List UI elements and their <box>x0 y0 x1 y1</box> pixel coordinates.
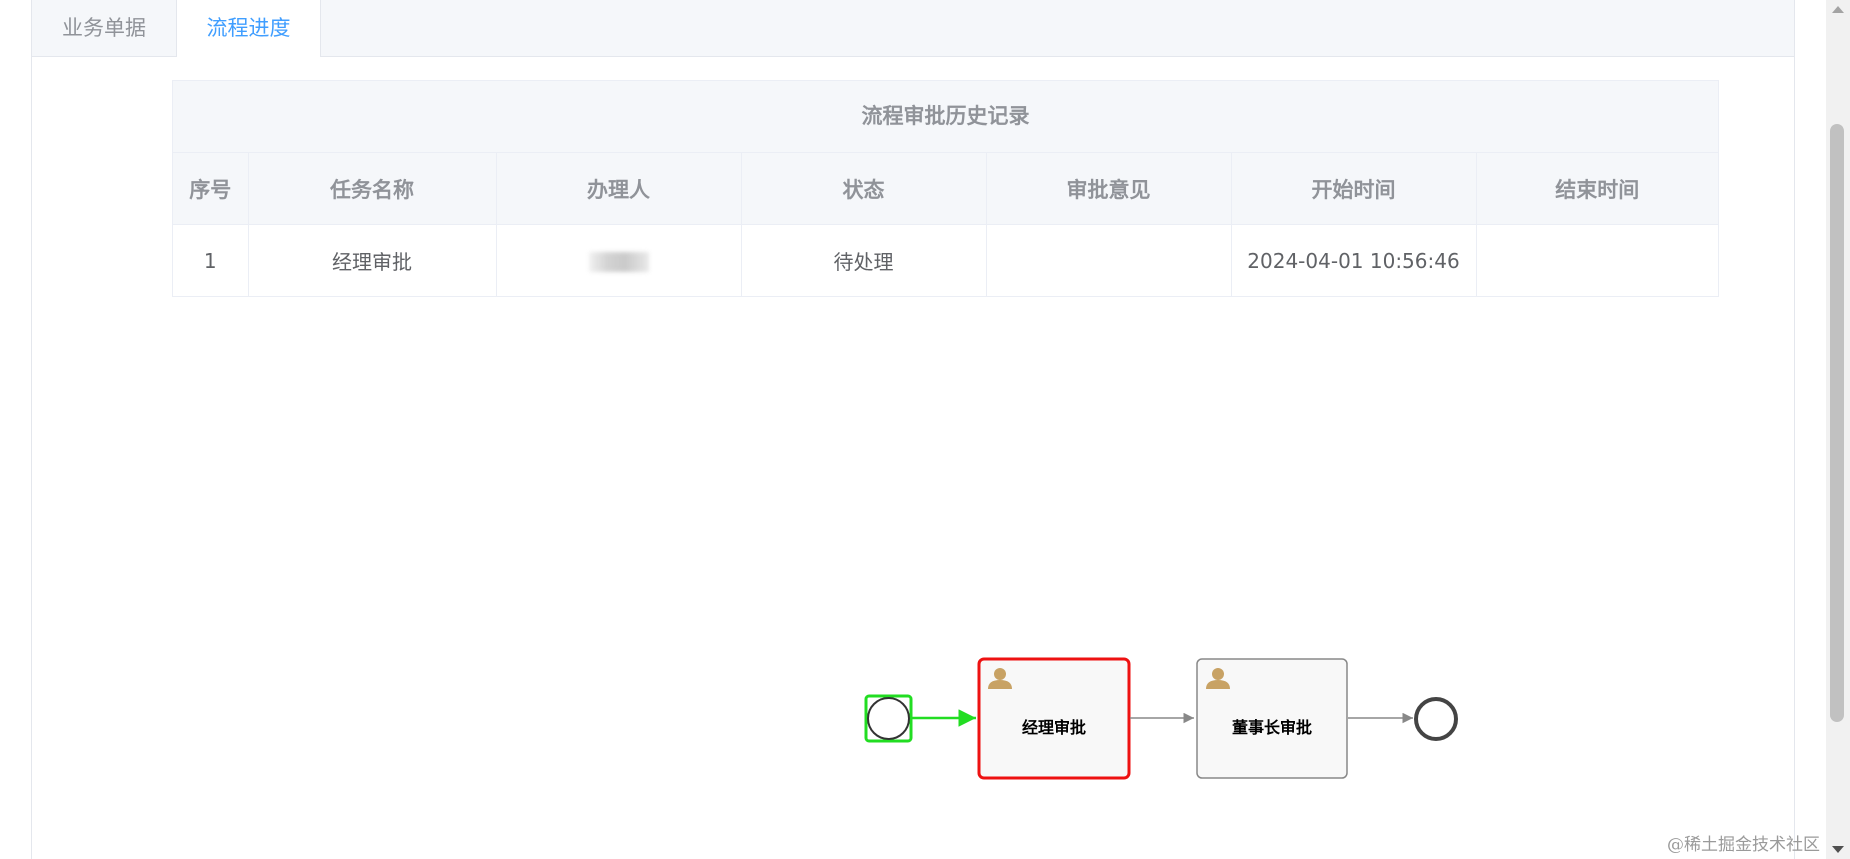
column-header-task-name: 任务名称 <box>248 153 497 225</box>
tab-business-document[interactable]: 业务单据 <box>32 0 176 56</box>
task-chairman-approval[interactable]: 董事长审批 <box>1196 658 1348 779</box>
scroll-down-arrow-icon[interactable] <box>1832 846 1844 853</box>
column-header-assignee: 办理人 <box>496 153 742 225</box>
table-title: 流程审批历史记录 <box>173 81 1718 153</box>
column-header-index: 序号 <box>173 153 249 225</box>
tabs-card: 业务单据 流程进度 流程审批历史记录 序号 任务名称 办理人 状态 审批意见 开… <box>31 0 1795 859</box>
cell-comment <box>986 224 1232 296</box>
column-header-status: 状态 <box>741 153 987 225</box>
scroll-up-arrow-icon[interactable] <box>1832 6 1844 13</box>
vertical-scrollbar[interactable] <box>1826 0 1850 859</box>
column-header-end-time: 结束时间 <box>1476 153 1718 225</box>
scrollbar-thumb[interactable] <box>1830 124 1844 722</box>
column-header-start-time: 开始时间 <box>1231 153 1477 225</box>
tab-process-progress[interactable]: 流程进度 <box>176 0 321 57</box>
table-row: 1 经理审批 待处理 2024-04-01 10:56:46 <box>173 224 1718 297</box>
page: 业务单据 流程进度 流程审批历史记录 序号 任务名称 办理人 状态 审批意见 开… <box>0 0 1850 859</box>
redacted-assignee <box>588 252 649 272</box>
header-row: 序号 任务名称 办理人 状态 审批意见 开始时间 结束时间 <box>173 153 1718 225</box>
cell-index: 1 <box>173 224 249 296</box>
cell-status: 待处理 <box>741 224 987 296</box>
watermark: @稀土掘金技术社区 <box>1667 835 1820 855</box>
cell-start-time: 2024-04-01 10:56:46 <box>1231 224 1477 296</box>
end-event[interactable] <box>1414 697 1458 741</box>
history-grid: 序号 任务名称 办理人 状态 审批意见 开始时间 结束时间 1 经理审批 待处理… <box>173 153 1718 296</box>
approval-history-table: 流程审批历史记录 序号 任务名称 办理人 状态 审批意见 开始时间 结束时间 1… <box>172 80 1719 297</box>
task-label: 经理审批 <box>1022 718 1086 737</box>
column-header-comment: 审批意见 <box>986 153 1232 225</box>
task-label: 董事长审批 <box>1232 718 1312 737</box>
cell-assignee <box>496 224 742 296</box>
tab-bar: 业务单据 流程进度 <box>32 0 1794 57</box>
task-manager-approval[interactable]: 经理审批 <box>977 657 1131 780</box>
cell-end-time <box>1476 225 1718 297</box>
cell-task-name: 经理审批 <box>248 224 497 296</box>
